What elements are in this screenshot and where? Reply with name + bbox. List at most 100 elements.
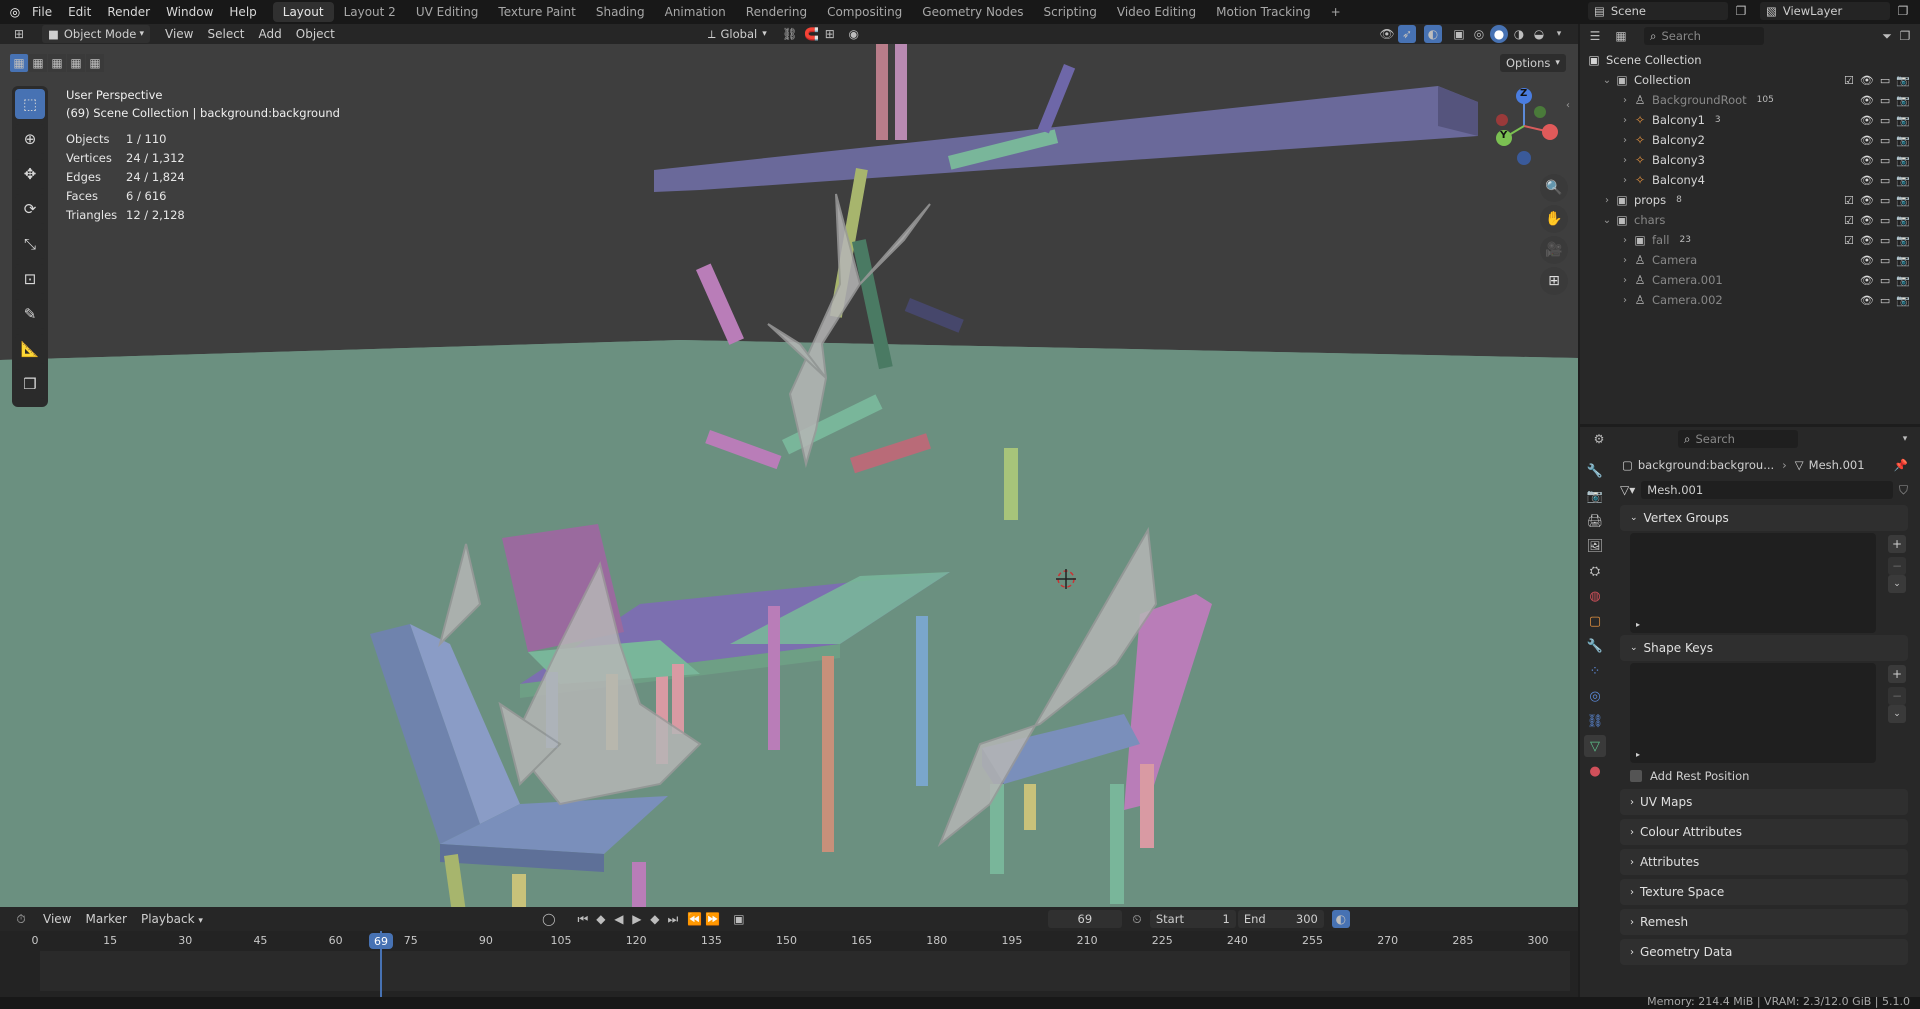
expand-arrow-icon[interactable]: › — [1618, 95, 1632, 106]
jump-end-icon[interactable]: ⏭ — [664, 910, 682, 928]
properties-editor-icon[interactable]: ⚙ — [1590, 430, 1608, 448]
workspace-tab-rendering[interactable]: Rendering — [736, 2, 817, 22]
viewport-menu-select[interactable]: Select — [200, 27, 251, 41]
blender-logo-icon[interactable]: ◎ — [6, 3, 24, 21]
3d-viewport[interactable]: ▦ ▦ ▦ ▦ ▦ ⬚ ⊕ ✥ ⟳ ⤡ ⊡ ✎ 📐 ❒ User Perspec… — [0, 44, 1578, 907]
outliner-editor-icon[interactable]: ☰ — [1586, 27, 1604, 45]
viewport-icon[interactable]: ▭ — [1880, 274, 1890, 287]
eye-icon[interactable]: 👁 — [1860, 154, 1874, 167]
mesh-data-tab-icon[interactable]: ▽ — [1584, 735, 1606, 757]
move-tool-icon[interactable]: ✥ — [15, 159, 45, 189]
eye-icon[interactable]: 👁 — [1860, 274, 1874, 287]
expand-arrow-icon[interactable]: ⌄ — [1600, 75, 1614, 86]
output-tab-icon[interactable]: 🖨 — [1584, 510, 1606, 532]
frame-ruler[interactable]: 0 15 30 45 60 75 90 105 120 135 150 165 180 195 210 225… — [0, 931, 1578, 951]
timeline-menu-view[interactable]: View — [36, 912, 78, 926]
add-cube-tool-icon[interactable]: ❒ — [15, 369, 45, 399]
select-invert-icon[interactable]: ▦ — [67, 54, 85, 72]
workspace-tab-animation[interactable]: Animation — [655, 2, 736, 22]
eye-icon[interactable]: 👁 — [1860, 294, 1874, 307]
outliner-item[interactable]: ›✧Balcony3☑👁▭📷 — [1580, 150, 1920, 170]
prev-keyframe-icon[interactable]: ◆ — [592, 910, 610, 928]
checkbox-icon[interactable]: ☑ — [1844, 194, 1854, 207]
render-icon[interactable]: 📷 — [1896, 74, 1910, 87]
workspace-tab-geometry-nodes[interactable]: Geometry Nodes — [912, 2, 1033, 22]
outliner-root[interactable]: ▣ Scene Collection — [1580, 50, 1920, 70]
panel-texture-space[interactable]: › Texture Space — [1620, 879, 1908, 905]
render-icon[interactable]: 📷 — [1896, 114, 1910, 127]
next-keyframe-icon[interactable]: ◆ — [646, 910, 664, 928]
workspace-tab-scripting[interactable]: Scripting — [1034, 2, 1107, 22]
add-workspace-icon[interactable]: + — [1321, 2, 1351, 22]
expand-arrow-icon[interactable]: › — [1600, 195, 1614, 206]
pivot-point-icon[interactable]: ⛓ — [781, 25, 799, 43]
mesh-browse-icon[interactable]: ▽▾ — [1620, 483, 1635, 497]
workspace-tab-texture-paint[interactable]: Texture Paint — [488, 2, 585, 22]
expand-arrow-icon[interactable]: › — [1618, 255, 1632, 266]
menu-file[interactable]: File — [24, 0, 60, 24]
annotate-tool-icon[interactable]: ✎ — [15, 299, 45, 329]
viewport-menu-add[interactable]: Add — [252, 27, 289, 41]
viewport-menu-view[interactable]: View — [158, 27, 200, 41]
particles-tab-icon[interactable]: ⁘ — [1584, 660, 1606, 682]
render-icon[interactable]: 📷 — [1896, 94, 1910, 107]
new-collection-icon[interactable]: ❐ — [1896, 27, 1914, 45]
select-subtract-icon[interactable]: ▦ — [48, 54, 66, 72]
scene-tab-icon[interactable]: ⛭ — [1584, 560, 1606, 582]
play-icon[interactable]: ▶ — [628, 910, 646, 928]
workspace-tab-motion-tracking[interactable]: Motion Tracking — [1206, 2, 1320, 22]
viewport-icon[interactable]: ▭ — [1880, 134, 1890, 147]
expand-filter-icon[interactable]: ▸ — [1636, 750, 1640, 759]
outliner-search-field[interactable]: ⌕ Search — [1644, 27, 1764, 45]
start-frame-field[interactable]: Start 1 — [1149, 910, 1236, 928]
outliner-item[interactable]: ›♙Camera☑👁▭📷 — [1580, 250, 1920, 270]
overlay-toggle-icon[interactable]: ◐ — [1424, 25, 1442, 43]
perspective-toggle-icon[interactable]: ⊞ — [1540, 267, 1568, 295]
expand-arrow-icon[interactable]: › — [1618, 115, 1632, 126]
panel-uv-maps[interactable]: › UV Maps — [1620, 789, 1908, 815]
panel-list[interactable]: + − ⌄ ▸ — [1630, 533, 1906, 633]
measure-tool-icon[interactable]: 📐 — [15, 334, 45, 364]
select-intersect-icon[interactable]: ▦ — [86, 54, 104, 72]
render-icon[interactable]: 📷 — [1896, 154, 1910, 167]
eye-icon[interactable]: 👁 — [1860, 234, 1874, 247]
chevron-down-icon[interactable]: ▾ — [1896, 430, 1914, 448]
viewport-icon[interactable]: ▭ — [1880, 214, 1890, 227]
pan-hand-icon[interactable]: ✋ — [1540, 205, 1568, 233]
outliner-item[interactable]: ›♙BackgroundRoot105☑👁▭📷 — [1580, 90, 1920, 110]
expand-filter-icon[interactable]: ▸ — [1636, 620, 1640, 629]
viewport-icon[interactable]: ▭ — [1880, 254, 1890, 267]
camera-view-icon[interactable]: 🎥 — [1540, 236, 1568, 264]
eye-icon[interactable]: 👁 — [1860, 194, 1874, 207]
menu-help[interactable]: Help — [221, 0, 264, 24]
expand-arrow-icon[interactable]: ⌄ — [1600, 215, 1614, 226]
eye-icon[interactable]: 👁 — [1860, 94, 1874, 107]
next-marker-icon[interactable]: ⏩ — [704, 910, 722, 928]
workspace-tab-layout-2[interactable]: Layout 2 — [334, 2, 406, 22]
physics-tab-icon[interactable]: ◎ — [1584, 685, 1606, 707]
workspace-tab-video-editing[interactable]: Video Editing — [1107, 2, 1206, 22]
display-mode-icon[interactable]: ▦ — [1612, 27, 1630, 45]
workspace-tab-layout[interactable]: Layout — [272, 2, 334, 22]
cursor-tool-icon[interactable]: ⊕ — [15, 124, 45, 154]
outliner-item[interactable]: ›✧Balcony2☑👁▭📷 — [1580, 130, 1920, 150]
outliner-item[interactable]: ›✧Balcony13☑👁▭📷 — [1580, 110, 1920, 130]
viewport-icon[interactable]: ▭ — [1880, 94, 1890, 107]
region-collapse-arrow-icon[interactable]: ‹ — [1566, 100, 1570, 111]
options-button[interactable]: Options ▾ — [1500, 54, 1566, 72]
constraints-tab-icon[interactable]: ⛓ — [1584, 710, 1606, 732]
play-reverse-icon[interactable]: ◀ — [610, 910, 628, 928]
render-icon[interactable]: 📷 — [1896, 174, 1910, 187]
chevron-down-icon[interactable]: ⌄ — [1888, 575, 1906, 593]
add-icon[interactable]: + — [1888, 665, 1906, 683]
object-tab-icon[interactable]: ▢ — [1584, 610, 1606, 632]
checkbox-icon[interactable]: ☑ — [1844, 234, 1854, 247]
rendered-shading-icon[interactable]: ◒ — [1530, 25, 1548, 43]
outliner-item[interactable]: › ▣ props 8 ☑ 👁 ▭ 📷 — [1580, 190, 1920, 210]
outliner-item[interactable]: ›♙Camera.001☑👁▭📷 — [1580, 270, 1920, 290]
pin-icon[interactable]: 📌 — [1894, 458, 1908, 472]
viewport-icon[interactable]: ▭ — [1880, 74, 1890, 87]
checkbox-icon[interactable]: ☑ — [1844, 214, 1854, 227]
proportional-editing-icon[interactable]: ◉ — [845, 25, 863, 43]
eye-icon[interactable]: 👁 — [1860, 74, 1874, 87]
